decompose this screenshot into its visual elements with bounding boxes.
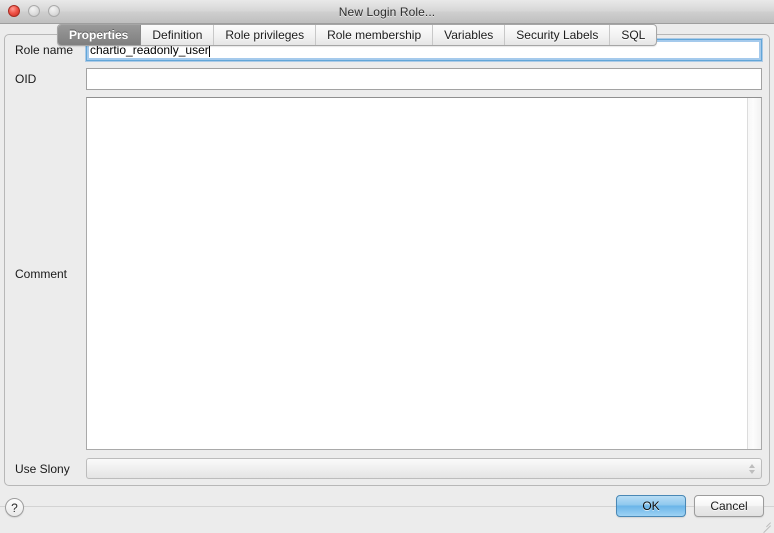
minimize-button[interactable] bbox=[28, 5, 40, 17]
cancel-button[interactable]: Cancel bbox=[694, 495, 764, 517]
tab-group: Properties Definition Role privileges Ro… bbox=[57, 24, 658, 46]
tab-role-membership[interactable]: Role membership bbox=[316, 25, 434, 45]
stepper-arrows-icon bbox=[749, 463, 755, 474]
footer-buttons: OK Cancel bbox=[616, 495, 764, 517]
close-button[interactable] bbox=[8, 5, 20, 17]
new-login-role-dialog: New Login Role... Properties Definition … bbox=[0, 0, 774, 533]
tab-role-privileges[interactable]: Role privileges bbox=[214, 25, 317, 45]
tab-definition[interactable]: Definition bbox=[141, 25, 215, 45]
oid-field-wrap bbox=[86, 68, 762, 90]
use-slony-row: Use Slony bbox=[12, 458, 762, 479]
use-slony-label: Use Slony bbox=[15, 461, 70, 476]
comment-field-wrap bbox=[86, 97, 762, 450]
ok-button[interactable]: OK bbox=[616, 495, 686, 517]
tab-sql[interactable]: SQL bbox=[610, 25, 656, 45]
tab-variables[interactable]: Variables bbox=[433, 25, 506, 45]
tab-properties[interactable]: Properties bbox=[58, 25, 142, 45]
help-button[interactable]: ? bbox=[5, 498, 24, 517]
resize-grip[interactable] bbox=[760, 516, 772, 533]
use-slony-combobox[interactable] bbox=[86, 458, 762, 479]
oid-label: OID bbox=[15, 72, 37, 86]
zoom-button[interactable] bbox=[48, 5, 60, 17]
oid-row: OID bbox=[12, 68, 762, 90]
comment-label: Comment bbox=[15, 266, 68, 281]
comment-textarea[interactable] bbox=[86, 97, 762, 450]
use-slony-field-wrap bbox=[86, 458, 762, 479]
comment-row: Comment bbox=[12, 97, 762, 450]
window-title: New Login Role... bbox=[338, 4, 436, 19]
chevron-up-icon bbox=[749, 463, 755, 468]
tab-security-labels[interactable]: Security Labels bbox=[505, 25, 611, 45]
window-titlebar: New Login Role... bbox=[0, 0, 774, 24]
oid-input[interactable] bbox=[86, 68, 762, 90]
dialog-footer: ? OK Cancel bbox=[0, 486, 774, 533]
properties-form: Role name chartio_readonly_user OID Comm… bbox=[5, 35, 769, 485]
comment-vertical-scrollbar[interactable] bbox=[747, 98, 761, 449]
chevron-down-icon bbox=[749, 469, 755, 474]
properties-panel: Role name chartio_readonly_user OID Comm… bbox=[4, 34, 770, 486]
window-controls bbox=[8, 5, 60, 17]
